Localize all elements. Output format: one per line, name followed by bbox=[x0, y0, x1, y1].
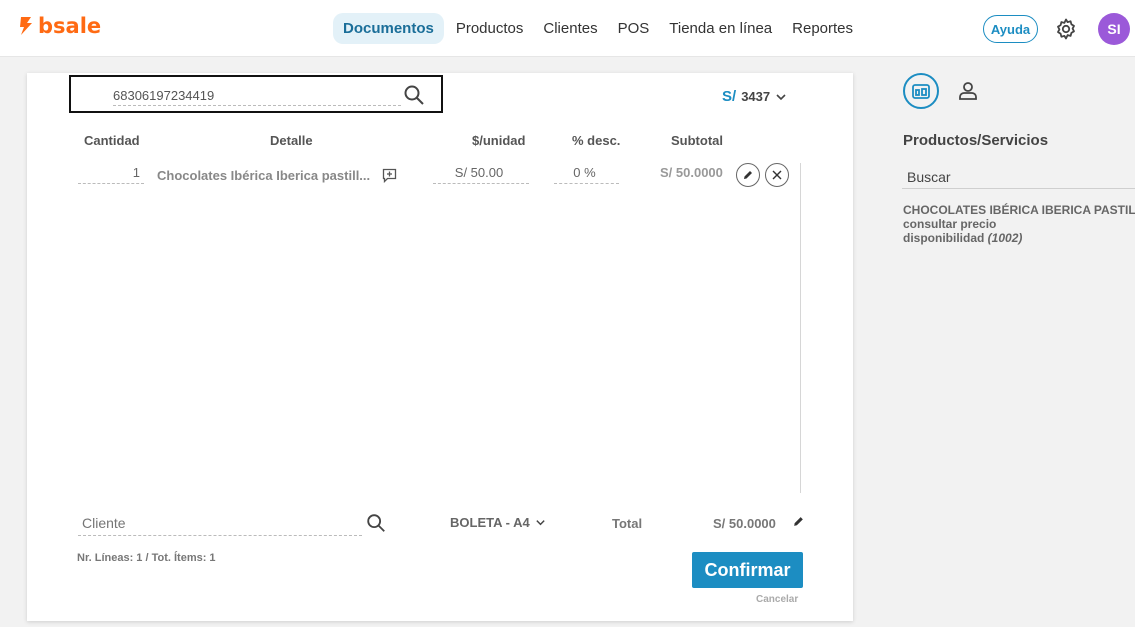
catalog-product-availability: disponibilidad (1002) bbox=[903, 231, 1022, 245]
catalog-product-price: consultar precio bbox=[903, 217, 997, 231]
product-search-input[interactable] bbox=[113, 88, 401, 106]
edit-total-pencil-icon[interactable] bbox=[792, 515, 805, 528]
bsale-logo-icon bbox=[20, 17, 32, 35]
col-header-unit-price: $/unidad bbox=[472, 133, 526, 148]
price-list-number: 3437 bbox=[741, 89, 771, 104]
nav-reportes[interactable]: Reportes bbox=[782, 13, 863, 44]
brand-name: bsale bbox=[38, 14, 102, 38]
row-detail: Chocolates Ibérica Iberica pastill... bbox=[157, 168, 371, 183]
table-scrollbar[interactable] bbox=[800, 163, 801, 493]
col-header-detalle: Detalle bbox=[270, 133, 313, 148]
add-comment-icon[interactable] bbox=[382, 168, 397, 183]
confirm-button[interactable]: Confirmar bbox=[692, 552, 803, 588]
nav-productos[interactable]: Productos bbox=[446, 13, 534, 44]
remove-row-button[interactable] bbox=[765, 163, 789, 187]
user-avatar[interactable]: SI bbox=[1098, 13, 1130, 45]
row-subtotal: S/ 50.0000 bbox=[660, 165, 723, 180]
client-search-icon[interactable] bbox=[365, 512, 387, 534]
top-navbar: bsale Documentos Productos Clientes POS … bbox=[0, 0, 1135, 57]
catalog-product-name[interactable]: CHOCOLATES IBÉRICA IBERICA PASTILLAS bbox=[903, 203, 1135, 217]
side-panel-title: Productos/Servicios bbox=[903, 132, 1049, 149]
nav-clientes[interactable]: Clientes bbox=[533, 13, 607, 44]
lines-summary: Nr. Líneas: 1 / Tot. Ítems: 1 bbox=[77, 552, 216, 564]
total-label: Total bbox=[612, 516, 643, 531]
chevron-down-icon bbox=[536, 520, 545, 526]
close-icon bbox=[772, 170, 782, 180]
currency-symbol: S/ bbox=[722, 88, 737, 105]
product-catalog-search[interactable]: Buscar bbox=[902, 168, 1135, 189]
nav-documentos[interactable]: Documentos bbox=[333, 13, 444, 44]
row-unit-price-input[interactable]: S/ 50.00 bbox=[433, 165, 529, 184]
user-icon[interactable] bbox=[957, 80, 979, 102]
search-icon[interactable] bbox=[402, 83, 426, 107]
main-nav: Documentos Productos Clientes POS Tienda… bbox=[333, 13, 863, 44]
availability-label: disponibilidad bbox=[903, 231, 985, 245]
edit-row-button[interactable] bbox=[736, 163, 760, 187]
product-search-box bbox=[69, 75, 443, 113]
pencil-icon bbox=[744, 171, 752, 179]
doc-type-selector[interactable]: BOLETA - A4 bbox=[450, 515, 546, 530]
col-header-discount: % desc. bbox=[572, 133, 621, 148]
doc-type-label: BOLETA - A4 bbox=[450, 515, 530, 530]
chevron-down-icon bbox=[776, 93, 786, 100]
cancel-link[interactable]: Cancelar bbox=[756, 594, 798, 605]
nav-tienda-en-linea[interactable]: Tienda en línea bbox=[659, 13, 782, 44]
row-discount-input[interactable]: 0 % bbox=[554, 165, 619, 184]
total-value: S/ 50.0000 bbox=[713, 516, 776, 531]
document-card: S/ 3437 Cantidad Detalle $/unidad % desc… bbox=[27, 73, 853, 621]
client-input[interactable] bbox=[78, 514, 362, 536]
products-tab-icon bbox=[912, 84, 930, 99]
nav-pos[interactable]: POS bbox=[608, 13, 660, 44]
col-header-cantidad: Cantidad bbox=[84, 133, 140, 148]
products-tab[interactable] bbox=[903, 73, 939, 109]
row-qty-input[interactable]: 1 bbox=[78, 165, 144, 184]
bsale-logo[interactable]: bsale bbox=[18, 14, 101, 38]
col-header-subtotal: Subtotal bbox=[671, 133, 723, 148]
price-list-selector[interactable]: S/ 3437 bbox=[722, 88, 787, 105]
help-button[interactable]: Ayuda bbox=[983, 15, 1038, 43]
availability-value: (1002) bbox=[987, 231, 1023, 245]
gear-icon[interactable] bbox=[1054, 17, 1078, 41]
